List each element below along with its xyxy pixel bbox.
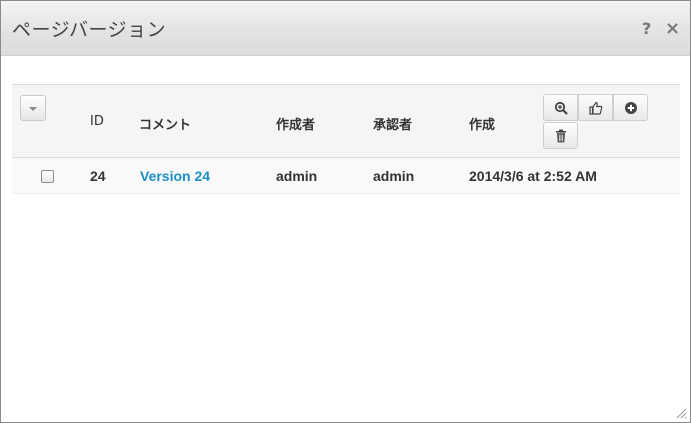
header-comment: コメント: [139, 118, 192, 133]
bulk-actions-dropdown[interactable]: [20, 95, 46, 121]
plus-circle-icon: [624, 101, 637, 114]
header-id: ID: [90, 114, 104, 129]
table-row[interactable]: 24 Version 24 admin admin 2014/3/6 at 2:…: [12, 158, 680, 194]
compare-versions-button[interactable]: [543, 94, 578, 121]
cell-id: 24: [90, 168, 106, 184]
table-header: ID コメント 作成者 承認者 作成: [12, 84, 680, 158]
thumbs-up-icon: [588, 101, 602, 115]
row-select-checkbox[interactable]: [41, 170, 54, 183]
cell-created: 2014/3/6 at 2:52 AM: [469, 168, 597, 184]
page-versions-dialog: ページバージョン ? × ID コメント 作成者 承認者 作成 24 Versi…: [0, 0, 691, 423]
resize-grip-icon[interactable]: [675, 407, 687, 419]
cell-author: admin: [276, 168, 318, 184]
help-button[interactable]: ?: [642, 19, 651, 39]
close-button[interactable]: ×: [665, 19, 680, 39]
header-approver: 承認者: [373, 118, 413, 133]
approve-version-button[interactable]: [578, 94, 613, 121]
dialog-title: ページバージョン: [12, 19, 167, 41]
zoom-in-icon: [554, 101, 568, 115]
header-author: 作成者: [276, 118, 316, 133]
version-comment-link[interactable]: Version 24: [140, 168, 210, 184]
delete-version-button[interactable]: [543, 122, 578, 149]
trash-icon: [555, 129, 566, 142]
dialog-titlebar[interactable]: ページバージョン ? ×: [1, 1, 690, 56]
chevron-down-icon: [29, 107, 37, 111]
header-created: 作成: [469, 118, 496, 133]
new-version-button[interactable]: [613, 94, 648, 121]
cell-approver: admin: [373, 168, 415, 184]
versions-table: ID コメント 作成者 承認者 作成 24 Version 24 admin a…: [12, 84, 680, 194]
